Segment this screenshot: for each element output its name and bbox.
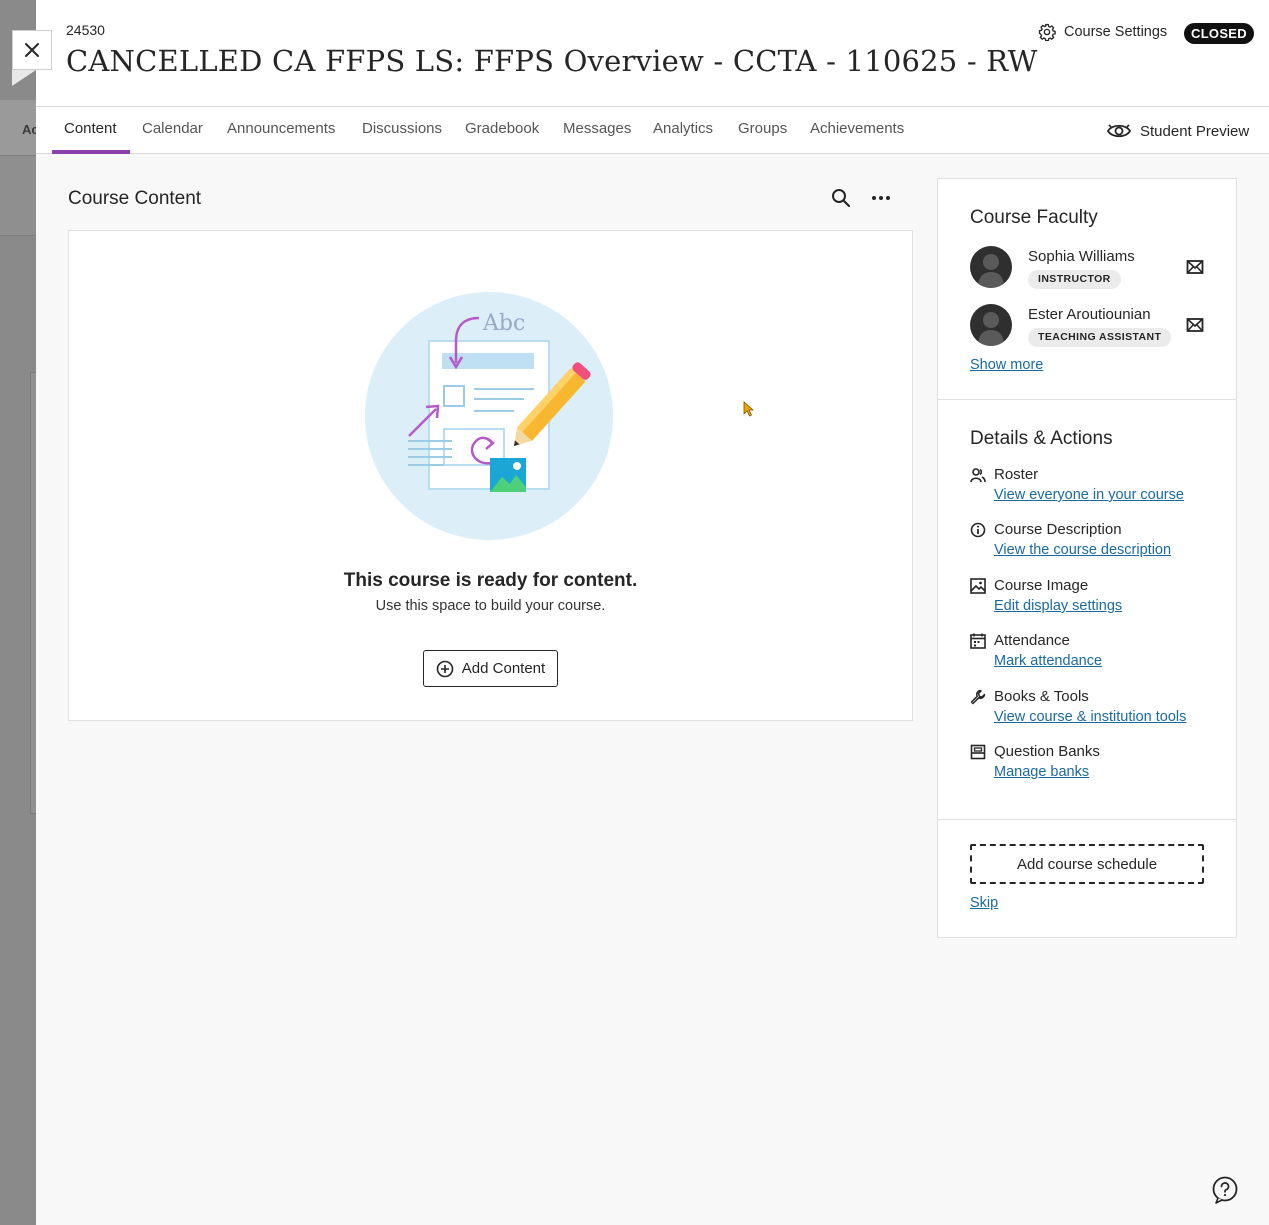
add-course-schedule-button[interactable]: Add course schedule — [970, 844, 1204, 884]
course-panel: 24530 CANCELLED CA FFPS LS: FFPS Overvie… — [36, 0, 1269, 1225]
divider — [938, 399, 1236, 400]
course-settings-label: Course Settings — [1064, 24, 1168, 40]
course-sidebar: Course Faculty Sophia Williams INSTRUCTO… — [937, 178, 1237, 938]
more-options-icon[interactable] — [870, 188, 892, 208]
user-silhouette-icon — [978, 312, 1004, 346]
help-icon[interactable] — [1211, 1176, 1239, 1204]
course-settings-button[interactable]: Course Settings — [1038, 23, 1167, 41]
role-badge: TEACHING ASSISTANT — [1028, 328, 1172, 347]
tab-analytics[interactable]: Analytics — [653, 120, 713, 137]
show-more-link[interactable]: Show more — [970, 357, 1043, 373]
course-content-title: Course Content — [68, 188, 202, 209]
tab-discussions[interactable]: Discussions — [362, 120, 442, 137]
view-tools-link[interactable]: View course & institution tools — [994, 709, 1186, 725]
tab-groups[interactable]: Groups — [738, 120, 787, 137]
search-icon[interactable] — [831, 188, 851, 208]
mail-icon[interactable] — [1186, 317, 1204, 333]
student-preview-label: Student Preview — [1140, 122, 1250, 140]
attendance-icon — [970, 633, 986, 649]
course-tabs: Content Calendar Announcements Discussio… — [36, 106, 1269, 154]
background-header — [0, 156, 40, 236]
edit-display-settings-link[interactable]: Edit display settings — [994, 598, 1122, 614]
tab-messages[interactable]: Messages — [563, 120, 631, 137]
course-header: 24530 CANCELLED CA FFPS LS: FFPS Overvie… — [36, 0, 1269, 106]
add-content-button[interactable]: Add Content — [423, 650, 558, 687]
course-content-area: Abc This course is ready for content. Us… — [68, 230, 913, 721]
gear-icon — [1038, 23, 1056, 41]
background-nav: Ac — [0, 100, 40, 156]
details-item-roster: Roster View everyone in your course — [970, 466, 1230, 512]
mouse-cursor-icon — [743, 401, 755, 417]
details-item-course-image: Course Image Edit display settings — [970, 577, 1230, 623]
details-item-label: Course Image — [994, 577, 1089, 594]
question-bank-icon — [970, 744, 986, 760]
tab-achievements[interactable]: Achievements — [810, 120, 904, 137]
details-item-books-tools: Books & Tools View course & institution … — [970, 688, 1230, 734]
details-item-label: Roster — [994, 466, 1039, 483]
student-preview-button[interactable]: Student Preview — [1106, 121, 1249, 141]
empty-state-title: This course is ready for content. — [343, 570, 638, 591]
view-roster-link[interactable]: View everyone in your course — [994, 487, 1184, 503]
illustration-abc: Abc — [482, 311, 525, 336]
skip-link[interactable]: Skip — [970, 895, 998, 911]
divider — [938, 819, 1236, 820]
faculty-name: Ester Aroutiounian — [1028, 306, 1151, 323]
details-actions-title: Details & Actions — [970, 428, 1113, 449]
course-faculty-title: Course Faculty — [970, 207, 1098, 228]
tab-gradebook[interactable]: Gradebook — [465, 120, 539, 137]
mark-attendance-link[interactable]: Mark attendance — [994, 653, 1102, 669]
close-button-tail — [12, 70, 36, 86]
course-title: CANCELLED CA FFPS LS: FFPS Overview - CC… — [66, 44, 1038, 78]
role-badge: INSTRUCTOR — [1028, 270, 1121, 289]
manage-banks-link[interactable]: Manage banks — [994, 764, 1089, 780]
details-item-label: Attendance — [994, 632, 1070, 649]
roster-icon — [970, 468, 986, 483]
add-content-label: Add Content — [461, 660, 546, 677]
faculty-member: Ester Aroutiounian TEACHING ASSISTANT — [970, 304, 1210, 348]
faculty-name: Sophia Williams — [1028, 248, 1135, 265]
info-icon — [970, 522, 986, 538]
avatar[interactable] — [970, 304, 1012, 346]
tab-announcements[interactable]: Announcements — [227, 120, 335, 137]
active-tab-indicator — [52, 150, 130, 154]
course-id: 24530 — [66, 22, 105, 38]
user-silhouette-icon — [978, 254, 1004, 288]
empty-state-subtitle: Use this space to build your course. — [375, 598, 606, 614]
details-item-question-banks: Question Banks Manage banks — [970, 743, 1230, 789]
details-item-label: Books & Tools — [994, 688, 1089, 705]
view-description-link[interactable]: View the course description — [994, 542, 1171, 558]
status-badge: CLOSED — [1184, 23, 1254, 44]
image-icon — [970, 578, 986, 594]
faculty-member: Sophia Williams INSTRUCTOR — [970, 246, 1210, 290]
plus-circle-icon — [436, 660, 454, 677]
details-item-course-description: Course Description View the course descr… — [970, 521, 1230, 567]
avatar[interactable] — [970, 246, 1012, 288]
details-item-label: Question Banks — [994, 743, 1100, 760]
wrench-icon — [970, 689, 986, 705]
empty-course-illustration: Abc — [365, 292, 613, 540]
tab-content[interactable]: Content — [64, 120, 117, 137]
close-panel-button[interactable] — [12, 30, 52, 70]
preview-eye-icon — [1106, 124, 1132, 138]
details-item-label: Course Description — [994, 521, 1122, 538]
mail-icon[interactable] — [1186, 259, 1204, 275]
close-icon — [25, 43, 39, 57]
tab-calendar[interactable]: Calendar — [142, 120, 203, 137]
details-item-attendance: Attendance Mark attendance — [970, 632, 1230, 678]
